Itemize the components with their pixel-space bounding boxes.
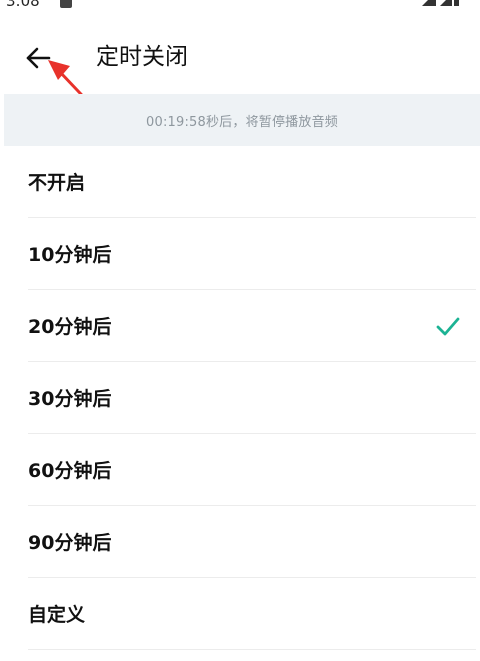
status-time: 3:08	[6, 0, 40, 10]
option-label: 10分钟后	[28, 244, 112, 266]
back-button[interactable]	[16, 40, 60, 76]
signal-battery-icon	[422, 0, 459, 6]
notification-icon	[60, 0, 72, 8]
status-bar: 3:08	[0, 0, 480, 12]
timer-screen: 3:08 定时关闭 00:19:58秒后，将暂停播放音频 不开启 10分钟后 2…	[0, 0, 480, 661]
option-60-min[interactable]: 60分钟后	[28, 434, 476, 506]
option-label: 60分钟后	[28, 460, 112, 482]
option-label: 30分钟后	[28, 388, 112, 410]
option-label: 不开启	[28, 172, 86, 194]
option-custom[interactable]: 自定义	[28, 578, 476, 650]
timer-countdown-text: 00:19:58秒后，将暂停播放音频	[146, 114, 338, 130]
arrow-left-icon	[26, 47, 51, 69]
app-bar: 定时关闭	[0, 12, 480, 92]
page-title: 定时关闭	[96, 44, 188, 70]
option-90-min[interactable]: 90分钟后	[28, 506, 476, 578]
option-label: 90分钟后	[28, 532, 112, 554]
option-label: 自定义	[28, 604, 86, 626]
option-off[interactable]: 不开启	[28, 146, 476, 218]
option-20-min[interactable]: 20分钟后	[28, 290, 476, 362]
option-30-min[interactable]: 30分钟后	[28, 362, 476, 434]
option-10-min[interactable]: 10分钟后	[28, 218, 476, 290]
option-label: 20分钟后	[28, 316, 112, 338]
check-icon	[436, 317, 460, 336]
timer-banner: 00:19:58秒后，将暂停播放音频	[4, 94, 480, 146]
timer-option-list: 不开启 10分钟后 20分钟后 30分钟后 60分钟后 90分钟后 自定义	[0, 146, 480, 650]
